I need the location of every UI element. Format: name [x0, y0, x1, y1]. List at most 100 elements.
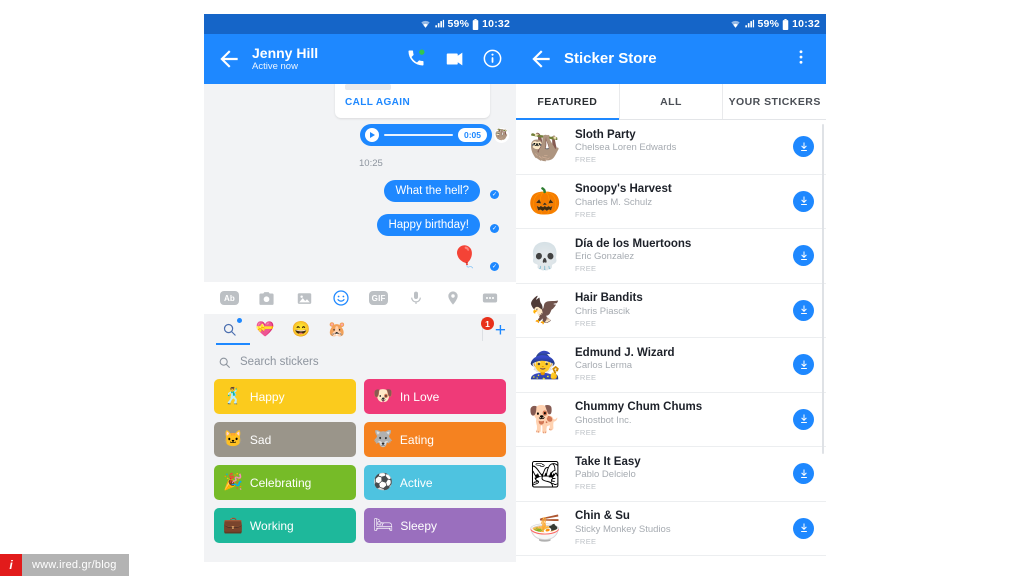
- info-circle-icon[interactable]: [482, 48, 504, 70]
- photo-gallery-icon[interactable]: [295, 289, 314, 308]
- location-pin-icon[interactable]: [444, 289, 463, 308]
- download-arrow-icon[interactable]: [793, 408, 814, 430]
- pack-price: FREE: [575, 155, 597, 165]
- search-icon: [218, 356, 231, 369]
- table-row[interactable]: 🎃 Snoopy's Harvest Charles M. Schulz FRE…: [516, 174, 826, 229]
- sticker-pack-pusheen-tab[interactable]: 🐹: [326, 319, 348, 341]
- tab-your-stickers[interactable]: YOUR STICKERS: [723, 84, 826, 119]
- category-eating[interactable]: 🐺 Eating: [364, 422, 506, 457]
- category-sleepy[interactable]: 🛏 Sleepy: [364, 508, 506, 543]
- table-row[interactable]: 🧙 Edmund J. Wizard Carlos Lerma FREE: [516, 338, 826, 393]
- site-badge-icon: i: [0, 554, 22, 576]
- pack-thumbnail: 🍜: [528, 513, 562, 544]
- new-indicator-dot: [237, 317, 242, 323]
- download-arrow-icon[interactable]: [793, 136, 814, 158]
- category-active[interactable]: ⚽ Active: [364, 465, 506, 500]
- microphone-icon[interactable]: [406, 289, 425, 308]
- call-again-button[interactable]: CALL AGAIN: [345, 97, 480, 108]
- pack-meta: Chin & Su Sticky Monkey Studios FREE: [564, 509, 793, 547]
- presence-status: Active now: [252, 60, 298, 72]
- category-celebrating[interactable]: 🎉 Celebrating: [214, 465, 356, 500]
- pack-name: Snoopy's Harvest: [575, 183, 672, 196]
- video-camera-icon[interactable]: [444, 48, 466, 70]
- download-arrow-icon[interactable]: [793, 190, 814, 212]
- pack-author: Sticky Monkey Studios: [575, 523, 671, 535]
- category-happy[interactable]: 🕺 Happy: [214, 379, 356, 414]
- pack-author: Carlos Lerma: [575, 360, 633, 372]
- pack-meta: Hair Bandits Chris Piascik FREE: [564, 291, 793, 329]
- battery-percent: 59%: [757, 18, 780, 30]
- table-row[interactable]: 🏞 Take It Easy Pablo Delcielo FREE: [516, 447, 826, 502]
- gif-label: GIF: [369, 291, 389, 305]
- sticker-search-tab[interactable]: [218, 317, 242, 341]
- category-thumb-icon: 🎉: [223, 473, 243, 491]
- tab-featured[interactable]: FEATURED: [516, 84, 620, 120]
- audio-progress-track[interactable]: [384, 134, 453, 136]
- chat-title-group[interactable]: Jenny Hill Active now: [252, 45, 406, 73]
- message-bubble[interactable]: Happy birthday!: [377, 214, 480, 236]
- table-row[interactable]: 🦥 Sloth Party Chelsea Loren Edwards FREE: [516, 120, 826, 175]
- pack-meta: Edmund J. Wizard Carlos Lerma FREE: [564, 346, 793, 384]
- category-in-love[interactable]: 🐶 In Love: [364, 379, 506, 414]
- overflow-menu-icon[interactable]: [792, 48, 814, 70]
- category-thumb-icon: 🛏: [373, 516, 394, 534]
- seen-indicator: ✓: [490, 224, 499, 233]
- sticker-pack-list: 🦥 Sloth Party Chelsea Loren Edwards FREE…: [516, 120, 826, 562]
- category-working[interactable]: 💼 Working: [214, 508, 356, 543]
- pack-name: Chin & Su: [575, 510, 630, 523]
- category-label: Happy: [249, 389, 285, 404]
- scrollbar[interactable]: [822, 124, 824, 454]
- back-arrow-icon[interactable]: [216, 46, 242, 72]
- download-arrow-icon[interactable]: [793, 245, 814, 267]
- download-arrow-icon[interactable]: [793, 354, 814, 376]
- pack-author: Pablo Delcielo: [575, 469, 636, 481]
- back-arrow-icon[interactable]: [528, 46, 554, 72]
- sticker-search-input[interactable]: Search stickers: [240, 356, 319, 368]
- voice-message-bubble[interactable]: 0:05: [360, 124, 492, 146]
- table-row[interactable]: 🦅 Hair Bandits Chris Piascik FREE: [516, 283, 826, 338]
- chat-app-bar: Jenny Hill Active now: [204, 34, 516, 84]
- tab-all[interactable]: ALL: [620, 84, 724, 119]
- table-row[interactable]: 🍜 Chin & Su Sticky Monkey Studios FREE: [516, 501, 826, 556]
- avatar: 🦥: [494, 128, 509, 143]
- status-bar-right: 59% 10:32: [516, 14, 826, 34]
- table-row[interactable]: 💀 Día de los Muertoons Eric Gonzalez FRE…: [516, 229, 826, 284]
- add-stickers-button[interactable]: +: [495, 321, 506, 340]
- camera-icon[interactable]: [257, 289, 276, 308]
- signal-icon: [434, 19, 445, 29]
- sticker-message[interactable]: 🎈: [452, 247, 478, 268]
- call-card-placeholder: [345, 84, 391, 90]
- page-title: Sticker Store: [564, 50, 657, 68]
- more-options-icon[interactable]: [481, 289, 500, 308]
- pack-author: Chris Piascik: [575, 305, 630, 317]
- category-sad[interactable]: 🐱 Sad: [214, 422, 356, 457]
- call-card[interactable]: CALL AGAIN: [335, 84, 490, 118]
- pack-price: FREE: [575, 264, 597, 274]
- sticker-pack-heart-tab[interactable]: 💝: [254, 319, 276, 341]
- message-bubble[interactable]: What the hell?: [384, 180, 480, 202]
- pack-thumbnail: 🧙: [528, 349, 562, 380]
- category-thumb-icon: 🕺: [223, 387, 243, 405]
- text-format-icon[interactable]: Ab: [220, 289, 239, 308]
- emoji-sticker-icon[interactable]: [332, 289, 351, 308]
- audio-duration: 0:05: [457, 128, 487, 142]
- watermark: i www.ired.gr/blog: [0, 554, 129, 576]
- pack-meta: Chummy Chum Chums Ghostbot Inc. FREE: [564, 400, 793, 438]
- table-row[interactable]: 🐕 Chummy Chum Chums Ghostbot Inc. FREE: [516, 392, 826, 447]
- download-arrow-icon[interactable]: [793, 517, 814, 539]
- conversation-thread: CALL AGAIN 0:05 🦥 10:25 What the hell? ✓…: [204, 84, 516, 282]
- sticker-search-row[interactable]: Search stickers: [214, 345, 506, 379]
- download-arrow-icon[interactable]: [793, 463, 814, 485]
- sticker-pack-smiley-tab[interactable]: 😄: [290, 319, 312, 341]
- phone-call-icon[interactable]: [406, 48, 428, 70]
- pack-thumbnail: 🏞: [528, 458, 562, 489]
- message-timestamp: 10:25: [359, 158, 383, 169]
- wifi-icon: [420, 19, 431, 29]
- pack-thumbnail: 🎃: [528, 186, 562, 217]
- sticker-category-grid: 🕺 Happy 🐶 In Love 🐱 Sad 🐺 Eating 🎉 Celeb…: [214, 379, 506, 543]
- download-arrow-icon[interactable]: [793, 299, 814, 321]
- play-icon[interactable]: [365, 128, 379, 142]
- gif-icon[interactable]: GIF: [369, 289, 389, 308]
- pack-thumbnail: 💀: [528, 240, 562, 271]
- category-label: Celebrating: [249, 475, 312, 490]
